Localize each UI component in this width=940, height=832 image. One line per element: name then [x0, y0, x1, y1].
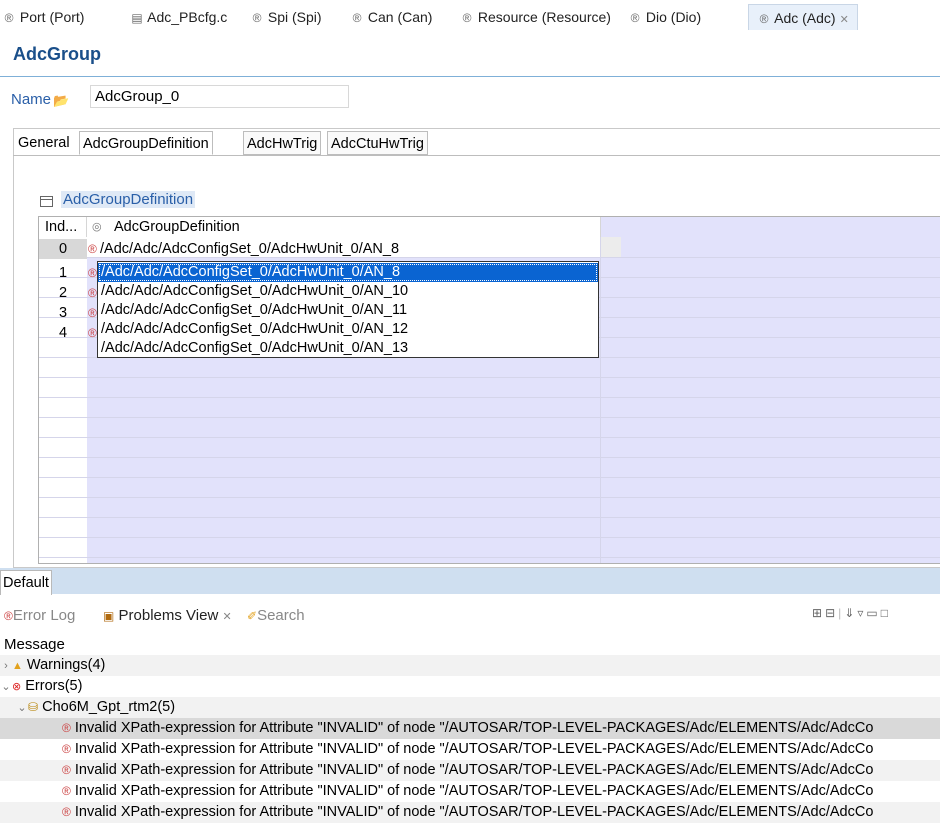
- tab-adc[interactable]: ® Adc (Adc) ✕: [748, 4, 858, 32]
- tab-search[interactable]: ✐Search: [247, 607, 305, 624]
- tab-spi[interactable]: ® Spi (Spi): [250, 0, 322, 30]
- module-icon: ®: [759, 12, 769, 26]
- error-marker-icon: ®: [62, 721, 71, 735]
- grid-line: [39, 497, 940, 498]
- grid-line: [39, 477, 940, 478]
- tab-dio[interactable]: ® Dio (Dio): [628, 0, 702, 30]
- editor-tab-bar: ® Port (Port) ▤ Adc_PBcfg.c ® Spi (Spi) …: [0, 0, 940, 32]
- tree-node-project[interactable]: ⌄⛁ Cho6M_Gpt_rtm2(5): [0, 697, 940, 718]
- view-menu-icon[interactable]: ▿: [857, 606, 866, 620]
- column-separator[interactable]: [86, 217, 87, 237]
- filter-icon[interactable]: ⇓: [844, 606, 857, 620]
- folder-icon: 📂: [53, 93, 70, 108]
- reference-dropdown-list[interactable]: /Adc/Adc/AdcConfigSet_0/AdcHwUnit_0/AN_8…: [97, 261, 599, 358]
- chevron-down-icon[interactable]: ⌄: [0, 677, 12, 698]
- tab-problems-view[interactable]: ▣ Problems View ✕: [103, 607, 232, 624]
- warning-icon: ▲: [12, 660, 23, 672]
- column-header-index[interactable]: Ind...: [45, 217, 77, 237]
- tab-port[interactable]: ® Port (Port): [2, 0, 85, 30]
- tree-node-errors[interactable]: ⌄⊗ Errors(5): [0, 676, 940, 697]
- error-marker-icon: ®: [62, 742, 71, 756]
- tab-adc-pbcfg[interactable]: ▤ Adc_PBcfg.c: [130, 0, 227, 30]
- column-header-value[interactable]: AdcGroupDefinition: [114, 217, 240, 237]
- row-index[interactable]: 4: [39, 323, 87, 343]
- error-row[interactable]: ® Invalid XPath-expression for Attribute…: [0, 802, 940, 823]
- row-index[interactable]: 3: [39, 303, 87, 323]
- row-value[interactable]: /Adc/Adc/AdcConfigSet_0/AdcHwUnit_0/AN_8: [100, 239, 399, 259]
- tab-error-log[interactable]: ®Error Log: [4, 607, 75, 624]
- grid-line: [39, 537, 940, 538]
- dropdown-option[interactable]: /Adc/Adc/AdcConfigSet_0/AdcHwUnit_0/AN_8: [98, 263, 598, 282]
- dropdown-option[interactable]: /Adc/Adc/AdcConfigSet_0/AdcHwUnit_0/AN_1…: [98, 282, 598, 301]
- tab-general[interactable]: General: [18, 131, 70, 155]
- grid-line: [39, 517, 940, 518]
- name-field[interactable]: AdcGroup_0: [90, 85, 349, 108]
- reference-error-icon: ®: [88, 326, 97, 340]
- error-marker-icon: ®: [62, 805, 71, 819]
- grid-line: [39, 437, 940, 438]
- tab-adc-group-definition[interactable]: AdcGroupDefinition: [79, 131, 213, 155]
- name-label: Name: [11, 91, 52, 108]
- error-row[interactable]: ® Invalid XPath-expression for Attribute…: [0, 718, 940, 739]
- reference-icon: ◎: [92, 221, 102, 233]
- reference-error-icon: ®: [88, 266, 97, 280]
- row-index[interactable]: 2: [39, 283, 87, 303]
- chevron-right-icon[interactable]: ›: [0, 656, 12, 677]
- minimize-icon[interactable]: ▭: [866, 606, 880, 620]
- reference-error-icon: ®: [88, 286, 97, 300]
- error-marker-icon: ®: [62, 763, 71, 777]
- row-index[interactable]: 1: [39, 263, 87, 283]
- row-index[interactable]: 0: [39, 239, 87, 259]
- error-marker-icon: ®: [62, 784, 71, 798]
- tab-default[interactable]: Default: [0, 570, 52, 595]
- tree-node-warnings[interactable]: › ▲ Warnings(4): [0, 655, 940, 676]
- reference-error-icon: ®: [88, 242, 97, 256]
- error-row[interactable]: ® Invalid XPath-expression for Attribute…: [0, 760, 940, 781]
- reference-error-icon: ®: [88, 306, 97, 320]
- grid-line: [39, 557, 940, 558]
- message-column-header[interactable]: Message: [4, 636, 65, 653]
- dropdown-option[interactable]: /Adc/Adc/AdcConfigSet_0/AdcHwUnit_0/AN_1…: [98, 339, 598, 358]
- tab-adc-hw-trig[interactable]: AdcHwTrig: [243, 131, 322, 155]
- dropdown-option[interactable]: /Adc/Adc/AdcConfigSet_0/AdcHwUnit_0/AN_1…: [98, 301, 598, 320]
- page-tab-strip: [0, 568, 940, 594]
- close-icon[interactable]: ✕: [222, 611, 231, 623]
- grid-line: [39, 457, 940, 458]
- search-icon: ✐: [247, 609, 258, 623]
- grid-line: [600, 237, 601, 563]
- row-cell-gray: [600, 237, 621, 257]
- tab-adc-ctu-hw-trig[interactable]: AdcCtuHwTrig: [327, 131, 428, 155]
- problems-icon: ▣: [103, 609, 115, 623]
- error-icon: ⊗: [12, 681, 22, 693]
- dropdown-option[interactable]: /Adc/Adc/AdcConfigSet_0/AdcHwUnit_0/AN_1…: [98, 320, 598, 339]
- collapse-all-icon[interactable]: ⊟: [825, 606, 838, 620]
- table-section-title: AdcGroupDefinition: [61, 191, 196, 208]
- grid-line: [39, 377, 940, 378]
- tab-resource[interactable]: ® Resource (Resource): [460, 0, 611, 30]
- page-title: AdcGroup: [13, 44, 101, 64]
- project-icon: ⛁: [28, 700, 39, 714]
- expand-all-icon[interactable]: ⊞: [812, 606, 825, 620]
- tab-can[interactable]: ® Can (Can): [350, 0, 433, 30]
- form-header: AdcGroup: [0, 30, 940, 77]
- table-icon: [40, 196, 53, 207]
- error-row[interactable]: ® Invalid XPath-expression for Attribute…: [0, 739, 940, 760]
- column-separator[interactable]: [600, 217, 601, 237]
- maximize-icon[interactable]: □: [881, 606, 891, 620]
- view-toolbar: ⊞⊟|⇓▿▭□: [812, 606, 891, 620]
- grid-line: [39, 397, 940, 398]
- error-log-icon: ®: [4, 609, 13, 623]
- close-icon[interactable]: ✕: [840, 14, 849, 26]
- grid-line: [39, 417, 940, 418]
- error-row[interactable]: ® Invalid XPath-expression for Attribute…: [0, 781, 940, 802]
- chevron-down-icon[interactable]: ⌄: [16, 698, 28, 719]
